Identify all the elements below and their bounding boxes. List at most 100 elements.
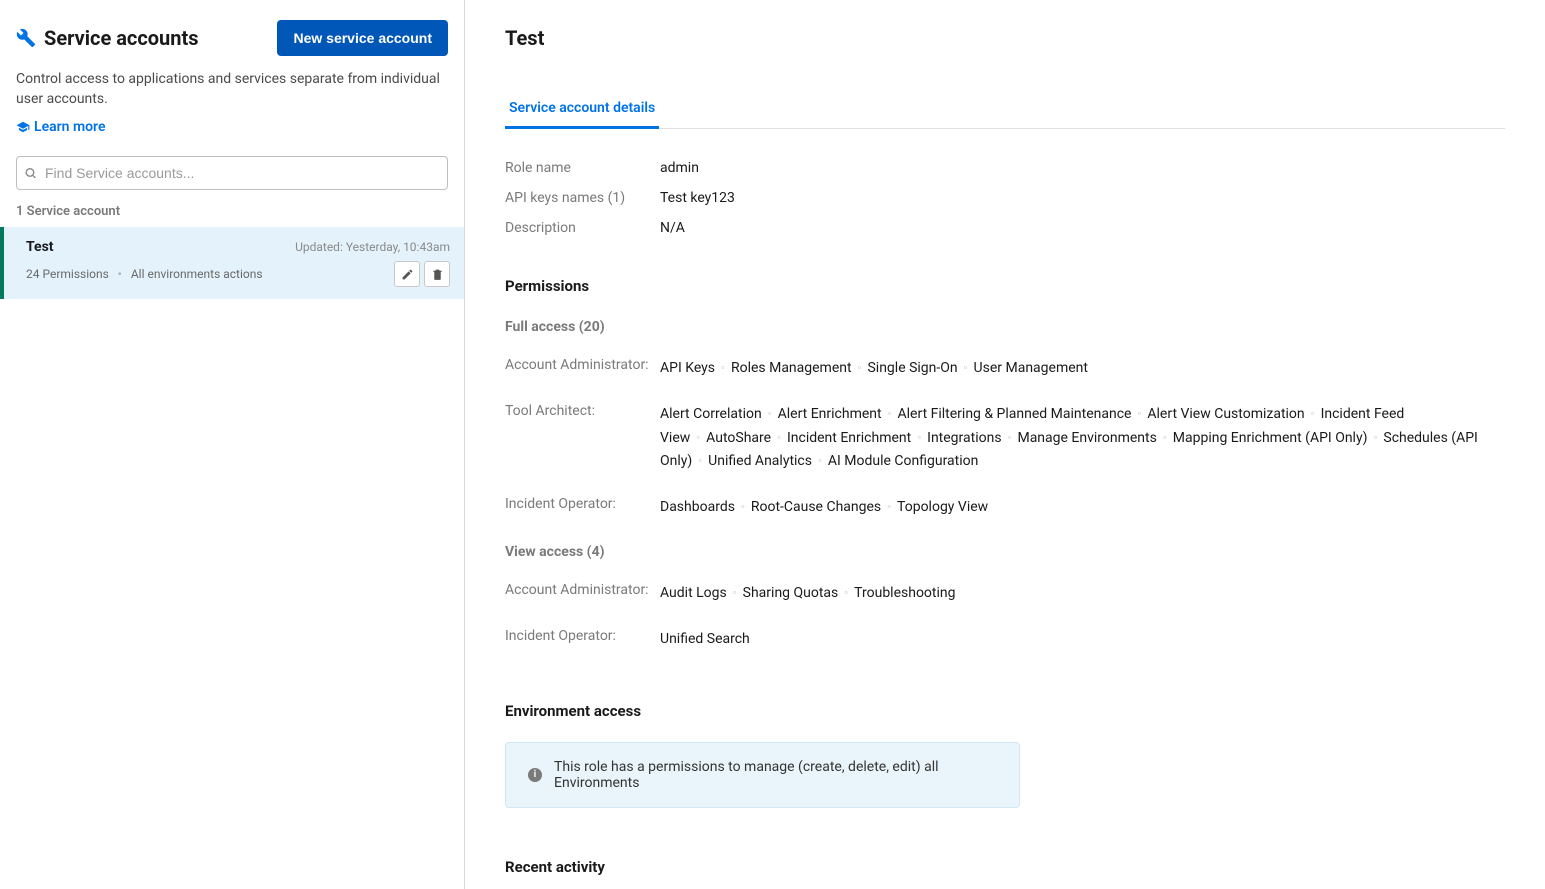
pencil-icon: [401, 268, 414, 281]
view-access-list: Account Administrator:Audit Logs ◦ Sharing…: [505, 582, 1505, 652]
edit-button[interactable]: [394, 261, 420, 287]
perm-block: Tool Architect:Alert Correlation ◦ Alert E…: [505, 403, 1505, 474]
dot-separator: ◦: [698, 454, 702, 467]
perm-role-label: Account Administrator:: [505, 357, 660, 373]
perm-item: Roles Management: [731, 360, 852, 376]
account-meta: 24 Permissions • All environments action…: [26, 267, 263, 281]
perm-item: Single Sign-On: [867, 360, 957, 376]
perm-item: Incident Enrichment: [787, 430, 911, 446]
dot-separator: ◦: [777, 431, 781, 444]
description-value: N/A: [660, 220, 685, 236]
dot-separator: ◦: [768, 407, 772, 420]
perm-item: AI Module Configuration: [828, 453, 979, 469]
learn-more-link[interactable]: Learn more: [16, 119, 105, 135]
perm-count: 24 Permissions: [26, 267, 109, 281]
perm-item: Audit Logs: [660, 585, 727, 601]
account-list-item[interactable]: Test Updated: Yesterday, 10:43am 24 Perm…: [0, 227, 464, 299]
perm-item: Troubleshooting: [854, 585, 955, 601]
tabs: Service account details: [505, 90, 1505, 129]
updated-value: Yesterday, 10:43am: [346, 240, 450, 254]
perm-block: Account Administrator:API Keys ◦ Roles Man…: [505, 357, 1505, 381]
perm-item: Root-Cause Changes: [751, 499, 881, 515]
perm-item: Mapping Enrichment (API Only): [1173, 430, 1368, 446]
search-icon: [24, 167, 37, 180]
trash-icon: [431, 268, 444, 281]
dot-separator: ◦: [888, 407, 892, 420]
perm-items: Audit Logs ◦ Sharing Quotas ◦ Troubleshootin…: [660, 582, 1505, 606]
perm-item: Alert Filtering & Planned Maintenance: [898, 406, 1132, 422]
perm-block: Incident Operator:Unified Search: [505, 628, 1505, 652]
perm-role-label: Incident Operator:: [505, 628, 660, 644]
perm-item: Integrations: [927, 430, 1001, 446]
details-row-role: Role name admin: [505, 153, 1505, 183]
sidebar: Service accounts New service account Con…: [0, 0, 465, 889]
new-service-account-button[interactable]: New service account: [277, 20, 448, 56]
dot-separator: ◦: [818, 454, 822, 467]
view-access-heading: View access (4): [505, 544, 1505, 560]
permissions-heading: Permissions: [505, 277, 1505, 295]
graduation-cap-icon: [16, 120, 30, 134]
description-label: Description: [505, 220, 660, 236]
delete-button[interactable]: [424, 261, 450, 287]
main-title: Test: [505, 26, 1505, 50]
account-updated: Updated: Yesterday, 10:43am: [295, 240, 450, 254]
api-keys-label: API keys names (1): [505, 190, 660, 206]
perm-items: Unified Search: [660, 628, 1505, 652]
dot-separator: ◦: [844, 586, 848, 599]
env-scope: All environments actions: [131, 267, 263, 281]
env-info-text: This role has a permissions to manage (c…: [554, 759, 997, 791]
perm-item: AutoShare: [706, 430, 771, 446]
dot-separator: ◦: [1373, 431, 1377, 444]
account-name: Test: [26, 239, 54, 255]
perm-item: Alert Enrichment: [778, 406, 882, 422]
details-row-apikeys: API keys names (1) Test key123: [505, 183, 1505, 213]
dot-separator: •: [118, 267, 122, 281]
perm-role-label: Tool Architect:: [505, 403, 660, 419]
details-grid: Role name admin API keys names (1) Test …: [505, 153, 1505, 243]
dot-separator: ◦: [1311, 407, 1315, 420]
perm-item: Manage Environments: [1017, 430, 1156, 446]
dot-separator: ◦: [858, 361, 862, 374]
perm-items: API Keys ◦ Roles Management ◦ Single Sign-On…: [660, 357, 1505, 381]
full-access-list: Account Administrator:API Keys ◦ Roles Man…: [505, 357, 1505, 520]
dot-separator: ◦: [741, 500, 745, 513]
dot-separator: ◦: [721, 361, 725, 374]
perm-item: Dashboards: [660, 499, 735, 515]
full-access-heading: Full access (20): [505, 319, 1505, 335]
main-content: Test Service account details Role name a…: [465, 0, 1545, 889]
perm-item: Alert Correlation: [660, 406, 762, 422]
perm-block: Account Administrator:Audit Logs ◦ Sharing…: [505, 582, 1505, 606]
search-box: [16, 156, 448, 190]
perm-item: API Keys: [660, 360, 715, 376]
perm-item: User Management: [974, 360, 1088, 376]
dot-separator: ◦: [887, 500, 891, 513]
dot-separator: ◦: [917, 431, 921, 444]
perm-item: Alert View Customization: [1147, 406, 1304, 422]
search-input[interactable]: [16, 156, 448, 190]
tab-details[interactable]: Service account details: [505, 90, 659, 129]
page-description: Control access to applications and servi…: [16, 70, 448, 109]
dot-separator: ◦: [733, 586, 737, 599]
perm-role-label: Account Administrator:: [505, 582, 660, 598]
perm-item: Unified Analytics: [708, 453, 812, 469]
role-name-value: admin: [660, 160, 699, 176]
dot-separator: ◦: [1137, 407, 1141, 420]
updated-label: Updated:: [295, 240, 343, 254]
perm-items: Alert Correlation ◦ Alert Enrichment ◦ Alert…: [660, 403, 1505, 474]
perm-block: Incident Operator:Dashboards ◦ Root-Cause …: [505, 496, 1505, 520]
perm-role-label: Incident Operator:: [505, 496, 660, 512]
page-title: Service accounts: [44, 26, 199, 50]
role-name-label: Role name: [505, 160, 660, 176]
recent-activity-heading: Recent activity: [505, 858, 1505, 876]
details-row-desc: Description N/A: [505, 213, 1505, 243]
env-info-banner: i This role has a permissions to manage …: [505, 742, 1020, 808]
info-icon: i: [528, 768, 542, 782]
dot-separator: ◦: [1008, 431, 1012, 444]
dot-separator: ◦: [964, 361, 968, 374]
dot-separator: ◦: [1163, 431, 1167, 444]
wrench-icon: [16, 28, 36, 48]
perm-item: Topology View: [897, 499, 988, 515]
perm-item: Sharing Quotas: [743, 585, 839, 601]
page-title-group: Service accounts: [16, 26, 199, 50]
perm-items: Dashboards ◦ Root-Cause Changes ◦ Topology V…: [660, 496, 1505, 520]
